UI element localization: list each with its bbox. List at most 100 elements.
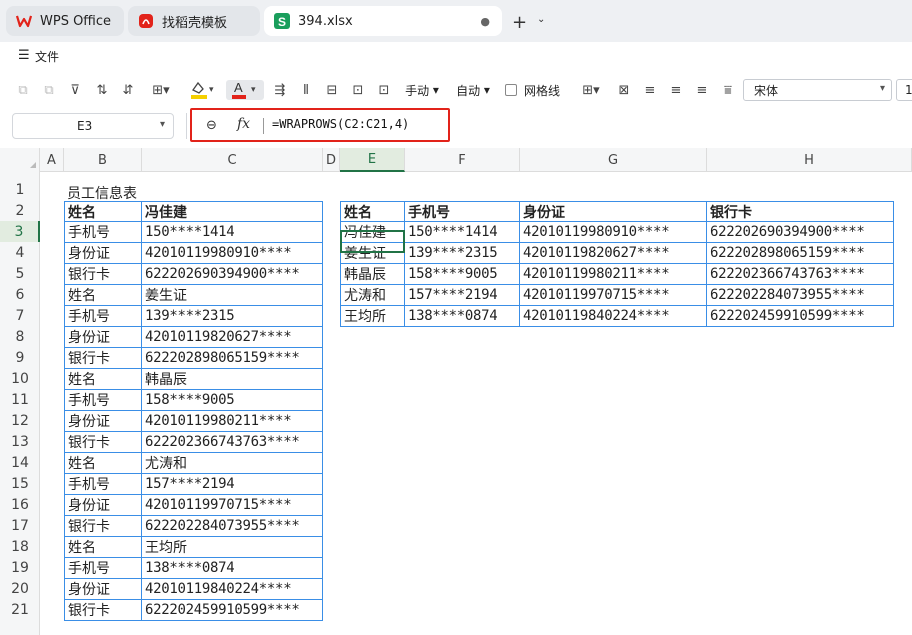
insert-column-icon[interactable]: ⊡ bbox=[374, 80, 394, 100]
source-cell[interactable]: 身份证 bbox=[64, 579, 142, 600]
row-header-9[interactable]: 9 bbox=[0, 347, 40, 368]
column-header-a[interactable]: A bbox=[40, 148, 64, 172]
source-cell[interactable]: 42010119980211**** bbox=[142, 411, 323, 432]
row-header-21[interactable]: 21 bbox=[0, 599, 40, 620]
result-header-cell[interactable]: 手机号 bbox=[405, 201, 520, 222]
chevron-down-icon[interactable]: ⌄ bbox=[537, 14, 545, 25]
row-header-15[interactable]: 15 bbox=[0, 473, 40, 494]
hamburger-menu-icon[interactable]: ☰ bbox=[18, 48, 30, 63]
result-cell[interactable]: 42010119820627**** bbox=[520, 243, 707, 264]
result-cell[interactable]: 622202898065159**** bbox=[707, 243, 894, 264]
manual-calc-button[interactable]: 手动 ▾ bbox=[402, 80, 442, 100]
result-cell[interactable]: 韩晶辰 bbox=[340, 264, 405, 285]
align-distribute-icon[interactable]: ⇶ bbox=[270, 80, 290, 100]
source-cell[interactable]: 银行卡 bbox=[64, 348, 142, 369]
result-cell[interactable]: 42010119840224**** bbox=[520, 306, 707, 327]
source-cell[interactable]: 身份证 bbox=[64, 243, 142, 264]
paste-format-icon[interactable]: ⧉ bbox=[40, 80, 58, 100]
column-header-e[interactable]: E bbox=[340, 148, 405, 172]
source-cell[interactable]: 姓名 bbox=[64, 201, 142, 222]
source-cell[interactable]: 姓名 bbox=[64, 369, 142, 390]
source-cell[interactable]: 姓名 bbox=[64, 285, 142, 306]
source-cell[interactable]: 韩晶辰 bbox=[142, 369, 323, 390]
source-cell[interactable]: 身份证 bbox=[64, 495, 142, 516]
tab-spreadsheet[interactable]: S 394.xlsx ● bbox=[264, 6, 502, 36]
result-cell[interactable]: 42010119980211**** bbox=[520, 264, 707, 285]
tab-wps-office[interactable]: WPS Office bbox=[6, 6, 124, 36]
freeze-icon[interactable]: ⊟ bbox=[322, 80, 342, 100]
result-cell[interactable]: 158****9005 bbox=[405, 264, 520, 285]
row-header-1[interactable]: 1 bbox=[0, 179, 40, 200]
select-all-corner[interactable] bbox=[0, 148, 40, 172]
unsaved-dot-icon[interactable]: ● bbox=[480, 15, 490, 28]
row-header-2[interactable]: 2 bbox=[0, 200, 40, 221]
column-header-c[interactable]: C bbox=[142, 148, 323, 172]
result-cell[interactable]: 42010119980910**** bbox=[520, 222, 707, 243]
source-cell[interactable]: 622202690394900**** bbox=[142, 264, 323, 285]
menu-file[interactable]: 文件 bbox=[35, 48, 59, 65]
result-cell[interactable]: 622202366743763**** bbox=[707, 264, 894, 285]
gridlines-checkbox[interactable] bbox=[505, 84, 517, 96]
source-cell[interactable]: 手机号 bbox=[64, 474, 142, 495]
borders-icon[interactable]: ⊞▾ bbox=[147, 80, 175, 100]
row-header-5[interactable]: 5 bbox=[0, 263, 40, 284]
align-right-icon[interactable]: ≡ bbox=[692, 80, 712, 100]
source-cell[interactable]: 银行卡 bbox=[64, 516, 142, 537]
result-cell[interactable]: 王均所 bbox=[340, 306, 405, 327]
result-cell[interactable]: 622202284073955**** bbox=[707, 285, 894, 306]
align-left-icon[interactable]: ≡ bbox=[640, 80, 660, 100]
row-header-8[interactable]: 8 bbox=[0, 326, 40, 347]
align-center-icon[interactable]: ≡ bbox=[666, 80, 686, 100]
row-header-4[interactable]: 4 bbox=[0, 242, 40, 263]
source-cell[interactable]: 尤涛和 bbox=[142, 453, 323, 474]
result-cell[interactable]: 42010119970715**** bbox=[520, 285, 707, 306]
source-cell[interactable]: 手机号 bbox=[64, 222, 142, 243]
source-cell[interactable]: 622202366743763**** bbox=[142, 432, 323, 453]
new-tab-icon[interactable]: + bbox=[512, 12, 527, 33]
align-top-icon[interactable]: ⩸ bbox=[718, 80, 738, 100]
column-header-g[interactable]: G bbox=[520, 148, 707, 172]
row-header-14[interactable]: 14 bbox=[0, 452, 40, 473]
column-header-b[interactable]: B bbox=[64, 148, 142, 172]
paste-values-icon[interactable]: ⧉ bbox=[14, 80, 32, 100]
source-cell[interactable]: 王均所 bbox=[142, 537, 323, 558]
source-cell[interactable]: 手机号 bbox=[64, 306, 142, 327]
source-cell[interactable]: 银行卡 bbox=[64, 600, 142, 621]
font-size-select[interactable]: 1 bbox=[896, 79, 912, 101]
source-cell[interactable]: 银行卡 bbox=[64, 264, 142, 285]
result-cell[interactable]: 622202690394900**** bbox=[707, 222, 894, 243]
row-header-12[interactable]: 12 bbox=[0, 410, 40, 431]
font-color-icon[interactable]: A ▾ bbox=[226, 80, 264, 100]
fill-color-icon[interactable]: ▾ bbox=[188, 80, 218, 100]
result-cell[interactable]: 150****1414 bbox=[405, 222, 520, 243]
result-header-cell[interactable]: 姓名 bbox=[340, 201, 405, 222]
cell-style-icon[interactable]: ⊞▾ bbox=[576, 80, 606, 100]
source-cell[interactable]: 622202898065159**** bbox=[142, 348, 323, 369]
column-header-d[interactable]: D bbox=[323, 148, 340, 172]
row-header-3[interactable]: 3 bbox=[0, 221, 40, 242]
result-cell[interactable]: 139****2315 bbox=[405, 243, 520, 264]
source-cell[interactable]: 姓名 bbox=[64, 453, 142, 474]
row-header-13[interactable]: 13 bbox=[0, 431, 40, 452]
source-cell[interactable]: 622202459910599**** bbox=[142, 600, 323, 621]
result-cell[interactable]: 尤涛和 bbox=[340, 285, 405, 306]
source-cell[interactable]: 银行卡 bbox=[64, 432, 142, 453]
auto-calc-button[interactable]: 自动 ▾ bbox=[452, 80, 494, 100]
row-header-17[interactable]: 17 bbox=[0, 515, 40, 536]
column-width-icon[interactable]: ⫴ bbox=[296, 80, 316, 100]
source-cell[interactable]: 身份证 bbox=[64, 327, 142, 348]
row-header-16[interactable]: 16 bbox=[0, 494, 40, 515]
result-header-cell[interactable]: 身份证 bbox=[520, 201, 707, 222]
result-cell[interactable]: 138****0874 bbox=[405, 306, 520, 327]
source-cell[interactable]: 157****2194 bbox=[142, 474, 323, 495]
row-header-11[interactable]: 11 bbox=[0, 389, 40, 410]
source-cell[interactable]: 42010119820627**** bbox=[142, 327, 323, 348]
source-cell[interactable]: 冯佳建 bbox=[142, 201, 323, 222]
font-family-select[interactable]: 宋体 ▾ bbox=[743, 79, 892, 101]
row-header-20[interactable]: 20 bbox=[0, 578, 40, 599]
source-cell[interactable]: 姓名 bbox=[64, 537, 142, 558]
row-header-7[interactable]: 7 bbox=[0, 305, 40, 326]
tab-templates[interactable]: 找稻壳模板 bbox=[128, 6, 260, 36]
row-header-18[interactable]: 18 bbox=[0, 536, 40, 557]
name-box[interactable]: E3 ▾ bbox=[12, 113, 174, 139]
